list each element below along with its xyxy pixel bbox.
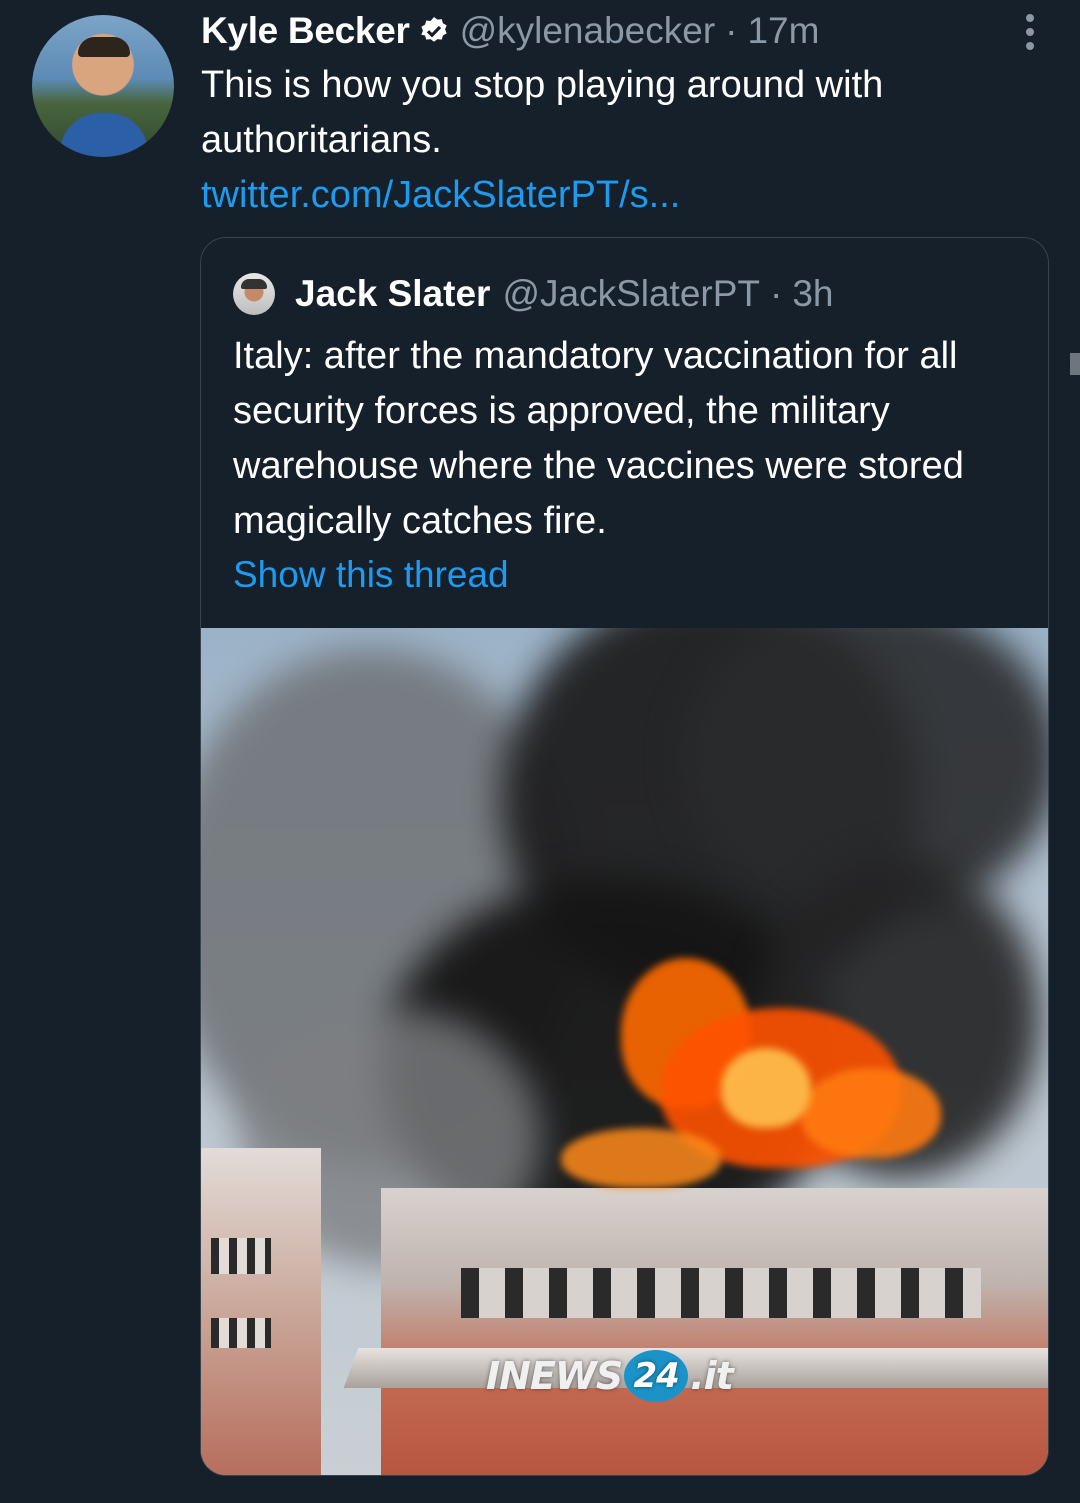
- separator-dot: ·: [725, 10, 738, 51]
- quoted-tweet-text: Italy: after the mandatory vaccination f…: [233, 335, 964, 542]
- verified-badge-icon: [418, 15, 450, 47]
- watermark-suffix: .it: [690, 1354, 734, 1398]
- media-watermark: INEWS 24 .it: [486, 1348, 734, 1404]
- show-thread-link[interactable]: Show this thread: [233, 554, 509, 596]
- quoted-tweet-media[interactable]: INEWS 24 .it: [201, 628, 1048, 1475]
- tweet-timestamp[interactable]: 17m: [747, 10, 819, 52]
- quoted-author-name: Jack Slater: [295, 273, 491, 314]
- quoted-author-avatar: [233, 273, 275, 315]
- more-options-icon[interactable]: [1024, 14, 1036, 50]
- tweet-header: Kyle Becker @kylenabecker · 17m: [201, 8, 819, 54]
- watermark-prefix: INEWS: [486, 1354, 623, 1398]
- window-row: [211, 1238, 271, 1274]
- tweet-text: This is how you stop playing around with…: [201, 64, 884, 161]
- quoted-tweet-header: Jack Slater @JackSlaterPT · 3h: [233, 270, 834, 318]
- watermark-badge: 24: [624, 1350, 689, 1402]
- scrollbar[interactable]: [1070, 353, 1080, 375]
- separator-dot: ·: [770, 273, 783, 314]
- flame: [561, 1128, 721, 1188]
- flame: [721, 1048, 811, 1128]
- building-main: [381, 1188, 1048, 1475]
- quoted-tweet[interactable]: Jack Slater @JackSlaterPT · 3h Italy: af…: [200, 237, 1049, 1476]
- tweet[interactable]: Kyle Becker @kylenabecker · 17m This is …: [0, 0, 1080, 1503]
- quoted-author-handle: @JackSlaterPT: [502, 273, 761, 314]
- tweet-link[interactable]: twitter.com/JackSlaterPT/s...: [201, 168, 680, 223]
- window-row: [461, 1268, 981, 1318]
- flame: [801, 1068, 941, 1158]
- building-left: [201, 1148, 321, 1475]
- author-handle[interactable]: @kylenabecker: [460, 10, 716, 52]
- window-row: [211, 1318, 271, 1348]
- author-avatar[interactable]: [32, 15, 174, 157]
- quoted-tweet-timestamp: 3h: [792, 273, 834, 314]
- author-name[interactable]: Kyle Becker: [201, 10, 410, 52]
